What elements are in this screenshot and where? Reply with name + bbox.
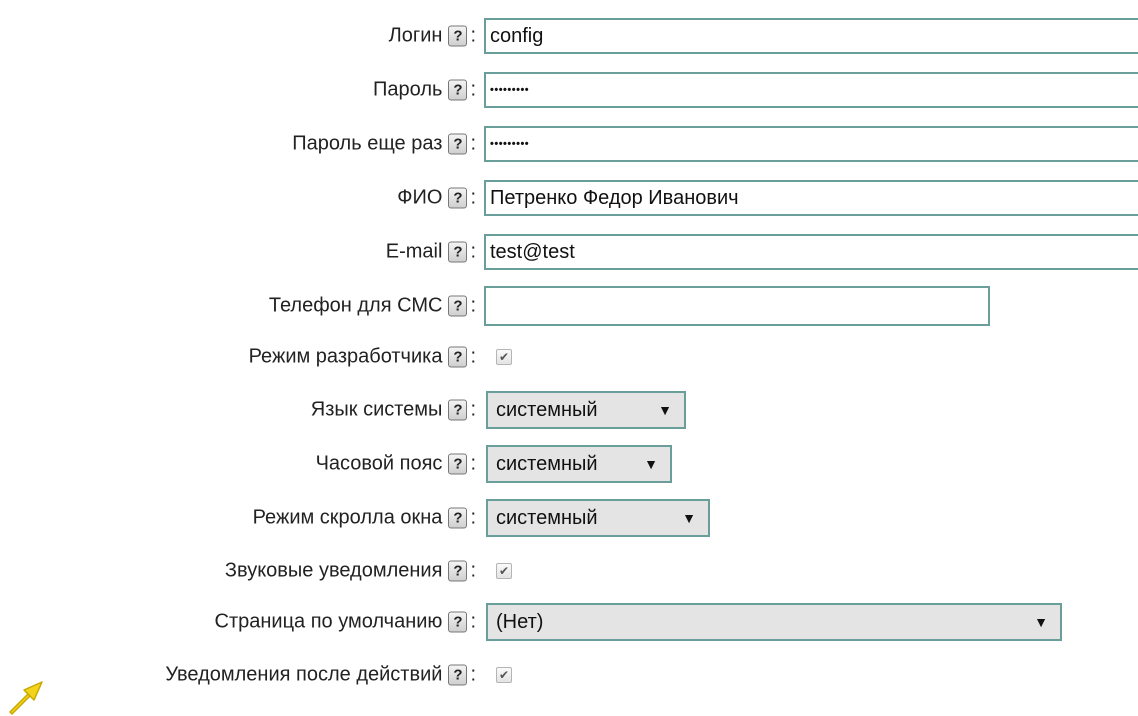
default-page-select[interactable]: (Нет) ▼ <box>486 603 1062 641</box>
email-label: E-mail <box>385 240 443 263</box>
chevron-down-icon: ▼ <box>682 510 696 526</box>
action-notifications-label: Уведомления после действий <box>165 663 443 686</box>
chevron-down-icon: ▼ <box>644 456 658 472</box>
sms-phone-input[interactable] <box>484 286 990 326</box>
developer-mode-row: Режим разработчика ? : ✔ <box>0 337 1138 377</box>
action-notifications-checkbox[interactable]: ✔ <box>496 667 512 683</box>
system-language-select[interactable]: системный ▼ <box>486 391 686 429</box>
password-repeat-label: Пароль еще раз <box>292 132 443 155</box>
timezone-label: Часовой пояс <box>315 452 443 475</box>
full-name-input[interactable]: Петренко Федор Иванович <box>484 180 1138 216</box>
timezone-row: Часовой пояс ? : системный ▼ <box>0 444 1138 484</box>
developer-mode-label: Режим разработчика <box>248 345 443 368</box>
developer-mode-checkbox[interactable]: ✔ <box>496 349 512 365</box>
help-icon[interactable]: ? <box>448 187 468 209</box>
help-icon[interactable]: ? <box>448 399 468 421</box>
password-input[interactable]: ••••••••• <box>484 72 1138 108</box>
login-label: Логин <box>388 24 443 47</box>
login-input[interactable]: config <box>484 18 1138 54</box>
help-icon[interactable]: ? <box>448 611 468 633</box>
login-row: Логин ? : config <box>0 16 1138 56</box>
password-label: Пароль <box>373 78 443 101</box>
help-icon[interactable]: ? <box>448 560 468 582</box>
email-row: E-mail ? : test@test <box>0 232 1138 272</box>
system-language-label: Язык системы <box>310 398 443 421</box>
full-name-label: ФИО <box>397 186 443 209</box>
help-icon[interactable]: ? <box>448 133 468 155</box>
default-page-row: Страница по умолчанию ? : (Нет) ▼ <box>0 602 1138 642</box>
help-icon[interactable]: ? <box>448 241 468 263</box>
password-repeat-row: Пароль еще раз ? : ••••••••• <box>0 124 1138 164</box>
full-name-row: ФИО ? : Петренко Федор Иванович <box>0 178 1138 218</box>
sound-notifications-label: Звуковые уведомления <box>224 559 443 582</box>
action-notifications-row: Уведомления после действий ? : ✔ <box>0 655 1138 695</box>
help-icon[interactable]: ? <box>448 25 468 47</box>
help-icon[interactable]: ? <box>448 453 468 475</box>
yellow-arrow-icon <box>9 681 43 715</box>
default-page-label: Страница по умолчанию <box>214 610 443 633</box>
scroll-mode-label: Режим скролла окна <box>252 506 443 529</box>
sound-notifications-row: Звуковые уведомления ? : ✔ <box>0 551 1138 591</box>
password-repeat-input[interactable]: ••••••••• <box>484 126 1138 162</box>
help-icon[interactable]: ? <box>448 295 468 317</box>
email-input[interactable]: test@test <box>484 234 1138 270</box>
chevron-down-icon: ▼ <box>658 402 672 418</box>
help-icon[interactable]: ? <box>448 79 468 101</box>
system-language-row: Язык системы ? : системный ▼ <box>0 390 1138 430</box>
timezone-select[interactable]: системный ▼ <box>486 445 672 483</box>
help-icon[interactable]: ? <box>448 507 468 529</box>
help-icon[interactable]: ? <box>448 346 468 368</box>
chevron-down-icon: ▼ <box>1034 614 1048 630</box>
help-icon[interactable]: ? <box>448 664 468 686</box>
scroll-mode-row: Режим скролла окна ? : системный ▼ <box>0 498 1138 538</box>
password-row: Пароль ? : ••••••••• <box>0 70 1138 110</box>
sound-notifications-checkbox[interactable]: ✔ <box>496 563 512 579</box>
sms-phone-row: Телефон для СМС ? : <box>0 286 1138 326</box>
sms-phone-label: Телефон для СМС <box>268 294 443 317</box>
scroll-mode-select[interactable]: системный ▼ <box>486 499 710 537</box>
